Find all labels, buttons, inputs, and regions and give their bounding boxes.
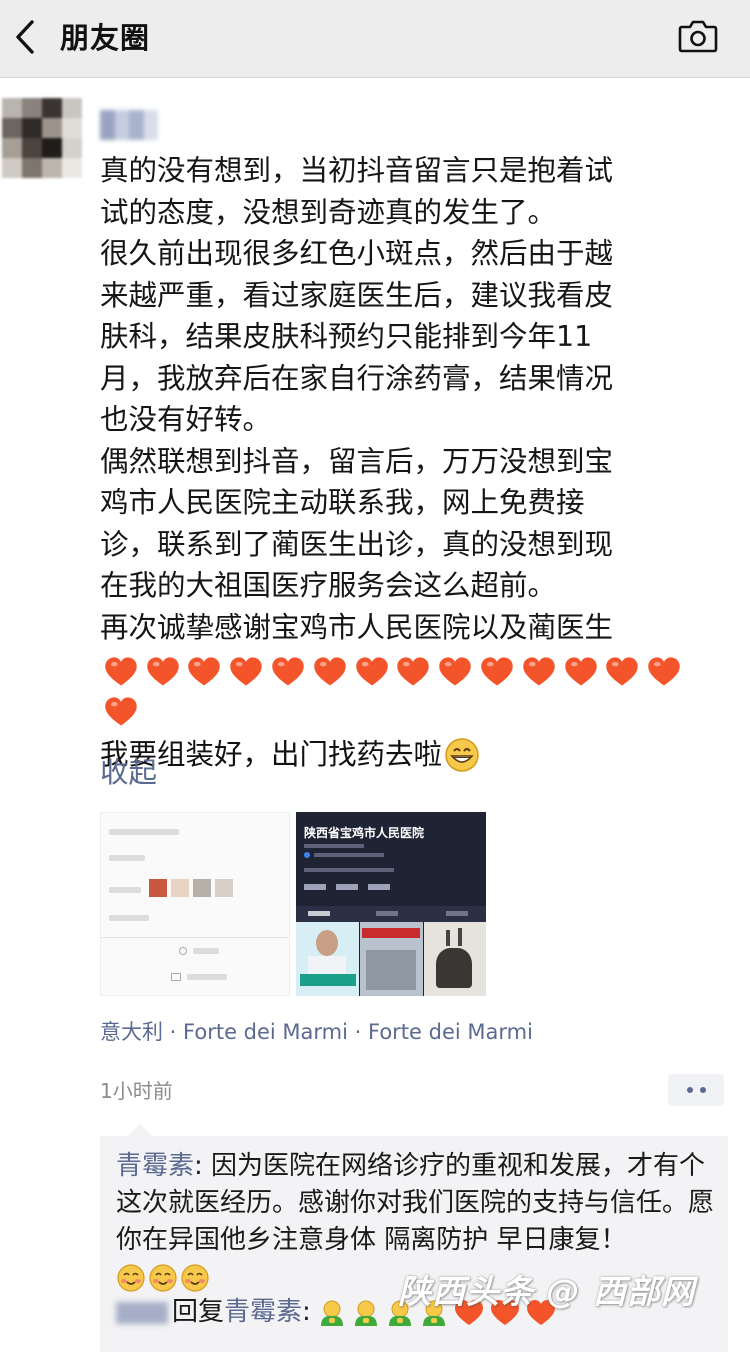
shy-smile-emoji-icon xyxy=(149,1263,177,1292)
post-text: 真的没有想到，当初抖音留言只是抱着试 试的态度，没想到奇迹真的发生了。 很久前出… xyxy=(100,150,700,776)
camera-icon xyxy=(678,20,718,53)
heart-emoji-icon xyxy=(351,652,393,692)
post-line: 再次诚挚感谢宝鸡市人民医院以及蔺医生 xyxy=(100,610,614,644)
post-line: 来越严重，看过家庭医生后，建议我看皮 xyxy=(100,278,614,312)
camera-button[interactable] xyxy=(676,16,720,56)
post-line: 很久前出现很多红色小斑点，然后由于越 xyxy=(100,237,614,270)
heart-emoji-icon xyxy=(434,652,476,692)
heart-emoji-icon xyxy=(476,652,518,692)
heart-emoji-icon xyxy=(393,652,435,692)
dot-icon xyxy=(686,1087,693,1093)
heart-emoji-icon xyxy=(184,652,226,692)
comment-text: : 因为医院在网络诊疗的重视和发展，才有个这次就医经历。感谢你对我们医院的支持与… xyxy=(116,1151,715,1255)
chevron-left-icon xyxy=(16,20,34,54)
more-actions-button[interactable] xyxy=(668,1074,724,1106)
heart-emoji-icon xyxy=(267,652,309,692)
commenter-name[interactable]: 青霉素 xyxy=(116,1151,194,1181)
location-link[interactable]: 意大利 · Forte dei Marmi · Forte dei Marmi xyxy=(100,1016,533,1046)
post-line: 诊，联系到了蔺医生出诊，真的没想到现 xyxy=(100,527,614,561)
heart-emoji-icon xyxy=(309,652,351,692)
panel-arrow xyxy=(128,1124,152,1136)
dot-icon xyxy=(699,1087,706,1093)
heart-emoji-icon xyxy=(560,652,602,692)
reply-word: 回复 xyxy=(172,1297,225,1327)
back-button[interactable] xyxy=(6,14,46,60)
reply-target-name[interactable]: 青霉素 xyxy=(224,1294,302,1331)
post-line: 鸡市人民医院主动联系我，网上免费接 xyxy=(100,486,585,519)
image-title: 陕西省宝鸡市人民医院 xyxy=(304,826,425,840)
post-image-1[interactable] xyxy=(100,812,290,996)
heart-emoji-icon xyxy=(142,652,184,692)
post-line: 偶然联想到抖音，留言后，万万没想到宝 xyxy=(100,444,614,478)
heart-emoji-icon xyxy=(643,652,685,692)
shy-smile-emoji-icon xyxy=(181,1263,209,1292)
watermark: 陕西头条 @ 西部网 xyxy=(398,1272,695,1311)
replier-name-blurred[interactable] xyxy=(116,1301,168,1324)
post-line: 真的没有想到，当初抖音留言只是抱着试 xyxy=(100,154,614,187)
post-image-2[interactable]: 陕西省宝鸡市人民医院 xyxy=(296,812,486,996)
grin-emoji-icon xyxy=(445,738,479,772)
nickname-blurred[interactable] xyxy=(100,110,158,140)
heart-emoji-icon xyxy=(100,652,142,692)
reply-colon: : xyxy=(302,1297,311,1327)
post-line: 在我的大祖国医疗服务会这么超前。 xyxy=(100,569,557,602)
post-line: 肤科，结果皮肤科预约只能排到今年11 xyxy=(100,320,593,353)
heart-emoji-icon xyxy=(518,652,560,692)
avatar[interactable] xyxy=(2,98,82,178)
post-last-line: 我要组装好，出门找药去啦 xyxy=(100,734,700,776)
post-time: 1小时前 xyxy=(100,1079,173,1103)
emoji-group xyxy=(116,1263,210,1293)
heart-emoji-row xyxy=(100,652,700,732)
shy-smile-emoji-icon xyxy=(117,1263,145,1292)
collapse-link[interactable]: 收起 xyxy=(100,750,157,791)
blessing-emoji-icon xyxy=(354,1300,377,1326)
post-line: 也没有好转。 xyxy=(100,403,272,436)
heart-emoji-icon xyxy=(100,692,142,732)
comments-panel: 青霉素: 因为医院在网络诊疗的重视和发展，才有个这次就医经历。感谢你对我们医院的… xyxy=(100,1124,728,1352)
blessing-emoji-icon xyxy=(320,1300,343,1326)
navigation-bar: 朋友圈 xyxy=(0,0,750,78)
post-line: 月，我放弃后在家自行涂药膏，结果情况 xyxy=(100,361,614,395)
page-title: 朋友圈 xyxy=(60,21,151,55)
heart-emoji-icon xyxy=(602,652,644,692)
heart-emoji-icon xyxy=(225,652,267,692)
post-line: 试的态度，没想到奇迹真的发生了。 xyxy=(100,195,557,229)
